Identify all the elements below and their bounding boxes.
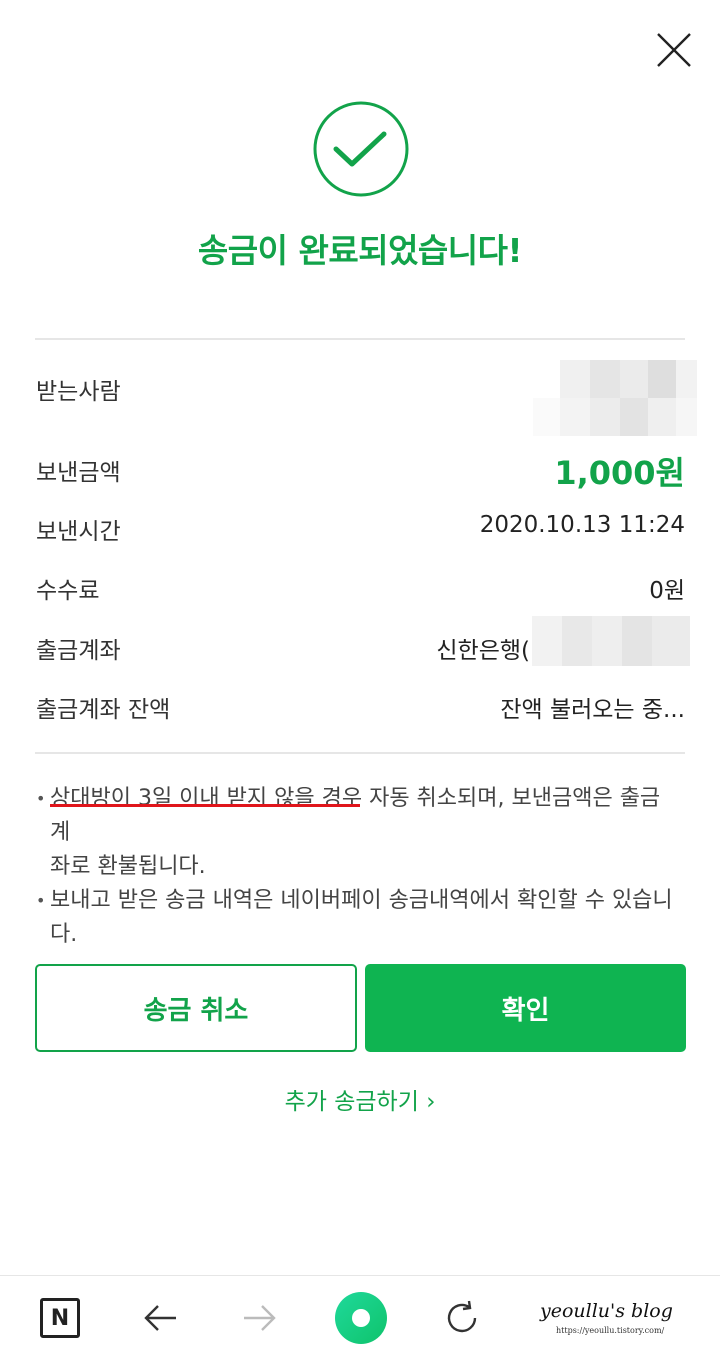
time-label: 보낸시간 [36, 519, 121, 545]
red-underline-annotation [50, 804, 360, 807]
notice-list: • 상대방이 3일 이내 받지 않을 경우 자동 취소되며, 보낸금액은 출금 … [36, 782, 686, 952]
send-more-link[interactable]: 추가 송금하기 › [0, 1082, 720, 1116]
amount-label: 보낸금액 [36, 460, 121, 486]
balance-label: 출금계좌 잔액 [36, 697, 171, 723]
amount-value: 1,000원 [554, 454, 685, 492]
top-divider [35, 338, 685, 340]
naver-n-icon: N [40, 1298, 80, 1338]
bullet-icon: • [36, 891, 46, 910]
fee-label: 수수료 [36, 578, 100, 604]
naver-home-button[interactable]: N [34, 1292, 86, 1344]
close-icon [657, 33, 691, 67]
success-check-icon [312, 100, 410, 198]
refresh-button[interactable] [436, 1292, 488, 1344]
account-number-blurred [532, 616, 690, 666]
green-dot-icon [335, 1292, 387, 1344]
recipient-name-blurred [533, 360, 697, 436]
blog-watermark-url: https://yeoullu.tistory.com/ [556, 1326, 665, 1335]
account-label: 출금계좌 [36, 638, 121, 664]
green-dot-button[interactable] [334, 1291, 388, 1345]
browser-bottom-bar: N yeoullu's blog https://yeoullu.tistory… [0, 1275, 720, 1361]
bullet-icon: • [36, 789, 46, 808]
arrow-right-icon [244, 1305, 276, 1331]
blog-watermark: yeoullu's blog [540, 1300, 673, 1322]
balance-value: 잔액 불러오는 중... [500, 697, 685, 723]
back-button[interactable] [134, 1292, 186, 1344]
recipient-label: 받는사람 [36, 379, 121, 405]
refresh-icon [447, 1300, 477, 1333]
forward-button[interactable] [234, 1292, 286, 1344]
notice-item: • 보내고 받은 송금 내역은 네이버페이 송금내역에서 확인할 수 있습니 다… [36, 884, 686, 952]
result-title: 송금이 완료되었습니다! [197, 231, 523, 270]
time-value: 2020.10.13 11:24 [479, 512, 685, 538]
confirm-button[interactable]: 확인 [365, 964, 686, 1052]
account-bank: 신한은행( [436, 638, 530, 664]
bottom-divider [35, 752, 685, 754]
cancel-transfer-button[interactable]: 송금 취소 [35, 964, 357, 1052]
close-button[interactable] [654, 30, 694, 70]
notice-item: • 상대방이 3일 이내 받지 않을 경우 자동 취소되며, 보낸금액은 출금 … [36, 782, 686, 884]
arrow-left-icon [144, 1305, 176, 1331]
fee-value: 0원 [649, 578, 685, 604]
